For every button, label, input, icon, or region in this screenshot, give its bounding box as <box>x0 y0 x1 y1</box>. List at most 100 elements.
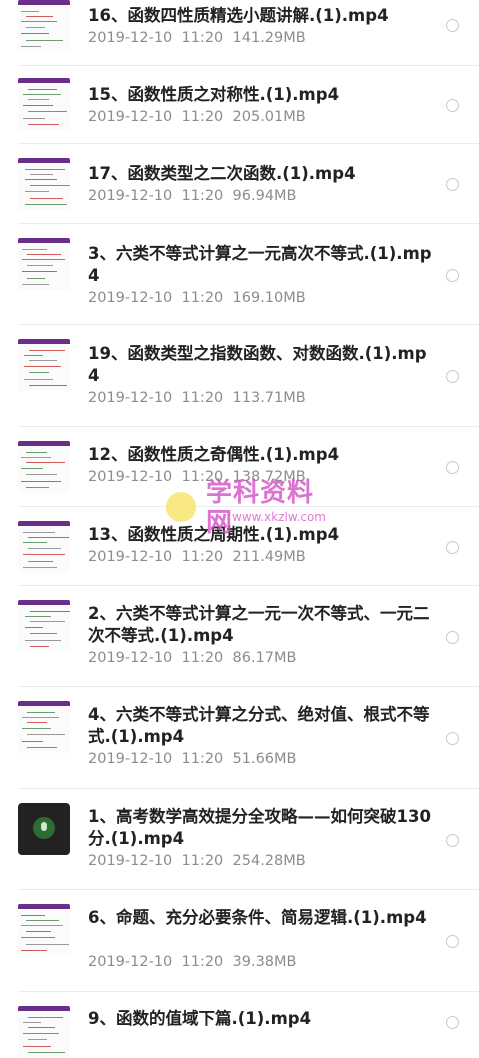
file-title: 19、函数类型之指数函数、对数函数.(1).mp4 <box>88 344 427 385</box>
thumb-scribble <box>22 259 65 260</box>
thumb-header-bar <box>18 701 70 706</box>
video-thumbnail <box>18 600 70 652</box>
thumb-scribble <box>28 1039 47 1040</box>
file-list-item[interactable]: 19、函数类型之指数函数、对数函数.(1).mp4 2019-12-10 11:2… <box>0 325 479 427</box>
thumb-scribble <box>26 462 65 463</box>
file-size: 39.38MB <box>232 954 297 970</box>
file-meta: 2019-12-10 11:20 39.38MB <box>88 953 418 971</box>
file-list-item[interactable]: 12、函数性质之奇偶性.(1).mp4 2019-12-10 11:20 138.… <box>0 427 479 507</box>
thumb-scribble <box>22 728 51 729</box>
file-title: 12、函数性质之奇偶性.(1).mp4 <box>88 445 340 464</box>
thumb-header-bar <box>18 904 70 909</box>
thumb-scribble <box>26 27 45 28</box>
file-date: 2019-12-10 <box>88 109 173 125</box>
thumb-header-bar <box>18 339 70 344</box>
file-time: 11:20 <box>181 650 224 666</box>
thumb-scribble <box>28 548 61 549</box>
file-date: 2019-12-10 <box>88 390 173 406</box>
thumb-header-bar <box>18 158 70 163</box>
thumb-scribble <box>26 931 51 932</box>
thumb-scribble <box>23 554 65 555</box>
thumb-scribble <box>30 198 63 199</box>
microphone-icon <box>33 817 55 839</box>
thumb-scribble <box>25 627 43 628</box>
file-size: 51.66MB <box>232 751 297 767</box>
video-thumbnail <box>18 339 70 391</box>
file-date: 2019-12-10 <box>88 751 173 767</box>
file-list-item[interactable]: 3、六类不等式计算之一元高次不等式.(1).mp4 2019-12-10 11:2… <box>0 224 479 325</box>
video-thumbnail <box>18 158 70 210</box>
thumb-scribble <box>26 452 47 453</box>
video-thumbnail <box>18 238 70 290</box>
video-thumbnail <box>18 441 70 493</box>
file-list-item[interactable]: 6、命题、充分必要条件、简易逻辑.(1).mp4 2019-12-10 11:20… <box>0 890 479 992</box>
thumb-scribble <box>23 1046 51 1047</box>
radio-circle-icon[interactable] <box>446 1016 459 1029</box>
thumb-scribble <box>30 646 49 647</box>
file-time: 11:20 <box>181 290 224 306</box>
thumb-scribble <box>24 355 43 356</box>
thumb-scribble <box>29 372 49 373</box>
thumb-scribble <box>28 1052 65 1053</box>
thumb-scribble <box>23 542 47 543</box>
radio-circle-icon[interactable] <box>446 540 459 554</box>
thumb-header-bar <box>18 441 70 446</box>
thumb-scribble <box>28 537 69 538</box>
thumb-scribble <box>28 99 49 100</box>
thumb-scribble <box>24 366 61 367</box>
file-list-item[interactable]: 16、函数四性质精选小题讲解.(1).mp4 2019-12-10 11:20 1… <box>0 0 479 66</box>
thumb-scribble <box>25 191 49 192</box>
radio-circle-icon[interactable] <box>446 99 459 112</box>
thumb-scribble <box>27 265 53 266</box>
thumb-header-bar <box>18 238 70 243</box>
radio-circle-icon[interactable] <box>446 370 459 383</box>
file-list-item[interactable]: 15、函数性质之对称性.(1).mp4 2019-12-10 11:20 205.… <box>0 66 479 144</box>
thumb-scribble <box>28 111 67 112</box>
thumb-scribble <box>28 124 59 125</box>
thumb-scribble <box>22 741 43 742</box>
thumb-scribble <box>29 385 67 386</box>
file-title: 17、函数类型之二次函数.(1).mp4 <box>88 164 356 183</box>
file-time: 11:20 <box>181 751 224 767</box>
file-list-item[interactable]: 4、六类不等式计算之分式、绝对值、根式不等式.(1).mp4 2019-12-10… <box>0 687 479 789</box>
file-title: 1、高考数学高效提分全攻略——如何突破130分.(1).mp4 <box>88 807 431 848</box>
thumb-scribble <box>23 1033 59 1034</box>
radio-circle-icon[interactable] <box>446 19 459 32</box>
file-time: 11:20 <box>181 853 224 869</box>
file-title: 6、命题、充分必要条件、简易逻辑.(1).mp4 <box>88 908 427 927</box>
file-date: 2019-12-10 <box>88 650 173 666</box>
radio-circle-icon[interactable] <box>446 833 459 847</box>
thumb-scribble <box>23 118 45 119</box>
thumb-scribble <box>21 481 61 482</box>
thumb-scribble <box>23 105 53 106</box>
file-list-item[interactable]: 13、函数性质之周期性.(1).mp4 2019-12-10 11:20 211.… <box>0 507 479 586</box>
video-thumbnail <box>18 78 70 130</box>
file-list-item[interactable]: 1、高考数学高效提分全攻略——如何突破130分.(1).mp4 2019-12-1… <box>0 789 479 890</box>
file-list-item[interactable]: 9、函数的值域下篇.(1).mp4 <box>0 992 479 1058</box>
thumb-scribble <box>23 1022 41 1023</box>
thumb-scribble <box>30 621 65 622</box>
radio-circle-icon[interactable] <box>446 461 459 474</box>
thumb-scribble <box>30 611 70 612</box>
thumb-scribble <box>25 169 65 170</box>
file-date: 2019-12-10 <box>88 853 173 869</box>
thumb-header-bar <box>18 600 70 605</box>
radio-circle-icon[interactable] <box>446 732 459 745</box>
file-meta: 2019-12-10 11:20 169.10MB <box>88 289 418 307</box>
radio-circle-icon[interactable] <box>446 935 459 948</box>
video-thumbnail <box>18 521 70 573</box>
file-date: 2019-12-10 <box>88 188 173 204</box>
radio-circle-icon[interactable] <box>446 268 459 282</box>
file-title: 9、函数的值域下篇.(1).mp4 <box>88 1009 312 1028</box>
thumb-scribble <box>26 16 53 17</box>
thumb-scribble <box>21 33 49 34</box>
thumb-scribble <box>25 640 61 641</box>
radio-circle-icon[interactable] <box>446 630 459 644</box>
file-meta: 2019-12-10 11:20 86.17MB <box>88 649 418 667</box>
file-list-item[interactable]: 2、六类不等式计算之一元一次不等式、一元二次不等式.(1).mp4 2019-12… <box>0 586 479 687</box>
file-list-item[interactable]: 17、函数类型之二次函数.(1).mp4 2019-12-10 11:20 96.… <box>0 144 479 224</box>
radio-circle-icon[interactable] <box>446 178 459 191</box>
video-thumbnail <box>18 904 70 956</box>
thumb-scribble <box>21 937 55 938</box>
thumb-scribble <box>27 712 55 713</box>
